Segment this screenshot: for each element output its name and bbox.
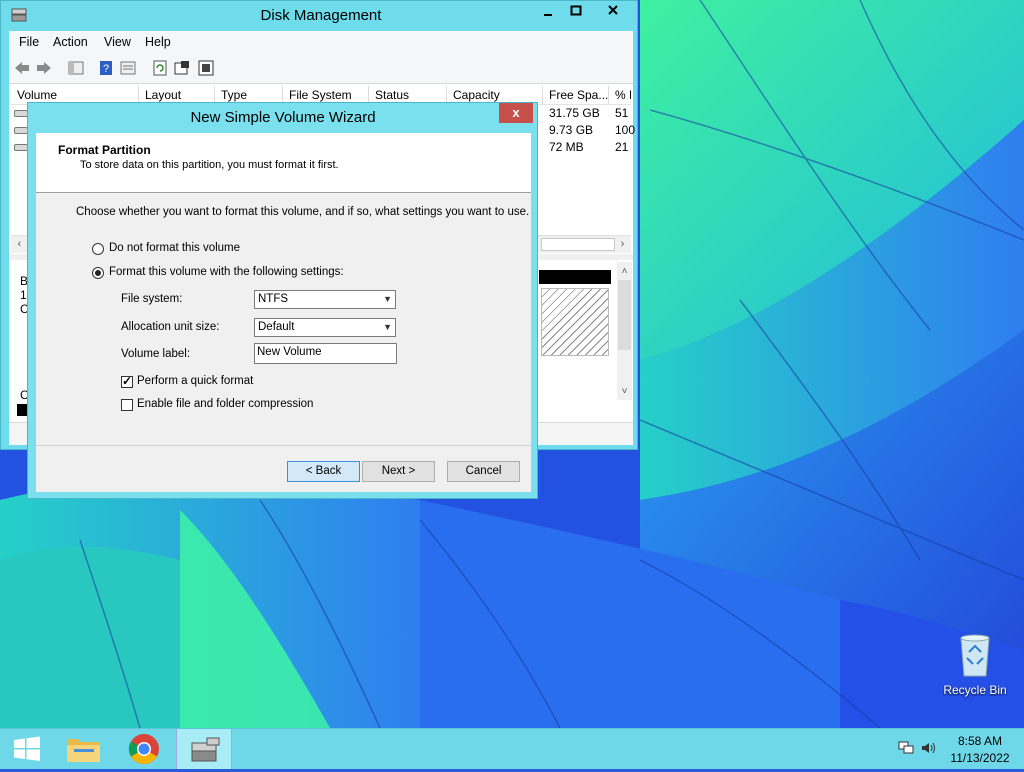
new-simple-volume-wizard-dialog: New Simple Volume Wizard x Format Partit…	[27, 102, 538, 499]
free-space-cell: 31.75 GB	[549, 106, 600, 120]
percent-free-cell: 51	[615, 106, 629, 120]
col-free-space[interactable]: Free Spa...	[543, 86, 609, 104]
allocation-unit-size-label: Allocation unit size:	[121, 321, 220, 333]
menu-bar: File Action View Help	[9, 31, 633, 53]
wizard-body: Format Partition To store data on this p…	[36, 133, 531, 492]
refresh-icon[interactable]	[151, 59, 169, 77]
free-space-cell: 72 MB	[549, 140, 584, 154]
scroll-right-icon[interactable]: ›	[615, 237, 630, 252]
step-description: To store data on this partition, you mus…	[80, 159, 339, 171]
menu-help[interactable]: Help	[145, 35, 171, 49]
taskbar-disk-management[interactable]	[176, 729, 232, 769]
dialog-close-button[interactable]: x	[499, 103, 533, 123]
folder-icon	[67, 739, 100, 762]
compression-label[interactable]: Enable file and folder compression	[137, 398, 313, 410]
maximize-icon	[570, 5, 582, 16]
console-tree-icon[interactable]	[67, 59, 85, 77]
col-percent-free[interactable]: % F	[609, 86, 631, 104]
file-system-select[interactable]: NTFS ▼	[254, 290, 396, 309]
drive-icon	[14, 127, 28, 134]
allocation-unit-size-select[interactable]: Default ▼	[254, 318, 396, 337]
recycle-bin-label[interactable]: Recycle Bin	[935, 683, 1015, 697]
percent-free-cell: 21	[615, 140, 629, 154]
disk-unallocated-header	[539, 270, 611, 284]
disk-management-icon	[191, 737, 220, 762]
radio-format-volume[interactable]	[92, 267, 104, 279]
rescan-icon[interactable]	[197, 59, 215, 77]
settings-icon[interactable]	[173, 59, 191, 77]
instruction-text: Choose whether you want to format this v…	[76, 206, 530, 218]
volume-icon[interactable]	[921, 741, 937, 755]
start-button[interactable]	[0, 729, 56, 769]
windows-logo-icon	[14, 736, 40, 761]
vertical-scrollbar[interactable]: ˄ ˅	[617, 262, 632, 400]
next-button[interactable]: Next >	[362, 461, 435, 482]
title-bar[interactable]: Disk Management	[1, 1, 637, 31]
disk-pane-letter: 1	[20, 288, 27, 302]
radio-format-volume-label[interactable]: Format this volume with the following se…	[109, 266, 344, 278]
minimize-button[interactable]	[535, 1, 561, 23]
network-icon[interactable]	[898, 741, 914, 755]
chevron-down-icon: ▼	[383, 294, 392, 304]
step-title: Format Partition	[58, 143, 151, 157]
menu-view[interactable]: View	[104, 35, 131, 49]
scroll-up-icon[interactable]: ˄	[617, 264, 632, 279]
clock-time[interactable]: 8:58 AM	[940, 734, 1020, 748]
menu-file[interactable]: File	[19, 35, 39, 49]
close-button[interactable]	[591, 1, 635, 23]
free-space-cell: 9.73 GB	[549, 123, 594, 137]
dialog-title: New Simple Volume Wizard	[190, 109, 376, 126]
chrome-icon	[128, 734, 159, 765]
allocation-unit-size-value: Default	[258, 321, 295, 333]
horizontal-scroll-thumb[interactable]	[541, 238, 615, 251]
drive-icon	[14, 144, 28, 151]
close-icon	[608, 5, 618, 15]
svg-text:?: ?	[103, 63, 109, 75]
wizard-header: Format Partition To store data on this p…	[36, 133, 531, 193]
compression-checkbox[interactable]	[121, 399, 133, 411]
scroll-left-icon[interactable]: ‹	[12, 237, 27, 252]
chevron-down-icon: ▼	[383, 322, 392, 332]
taskbar: 8:58 AM 11/13/2022	[0, 728, 1024, 769]
taskbar-file-explorer[interactable]	[56, 729, 112, 769]
radio-do-not-format-label[interactable]: Do not format this volume	[109, 242, 240, 254]
volume-label-label: Volume label:	[121, 348, 191, 360]
close-icon: x	[512, 105, 520, 120]
toolbar: ?	[9, 53, 633, 84]
file-system-value: NTFS	[258, 293, 289, 305]
cancel-button[interactable]: Cancel	[447, 461, 520, 482]
scroll-down-icon[interactable]: ˅	[617, 384, 632, 399]
drive-icon	[14, 110, 28, 117]
recycle-bin-icon[interactable]	[955, 630, 995, 678]
unallocated-partition[interactable]	[541, 288, 609, 356]
radio-do-not-format[interactable]	[92, 243, 104, 255]
file-system-label: File system:	[121, 293, 183, 305]
percent-free-cell: 100	[615, 123, 636, 137]
menu-action[interactable]: Action	[53, 35, 88, 49]
back-arrow-icon[interactable]	[13, 59, 31, 77]
vertical-scroll-thumb[interactable]	[618, 280, 631, 350]
volume-label-input[interactable]	[254, 343, 397, 364]
back-button[interactable]: < Back	[287, 461, 360, 482]
minimize-icon	[544, 14, 552, 16]
quick-format-checkbox[interactable]	[121, 374, 133, 388]
maximize-button[interactable]	[563, 1, 589, 23]
clock-date[interactable]: 11/13/2022	[940, 751, 1020, 765]
taskbar-chrome[interactable]	[116, 729, 172, 769]
divider	[36, 445, 531, 446]
quick-format-label[interactable]: Perform a quick format	[137, 375, 253, 387]
properties-icon[interactable]	[119, 59, 137, 77]
help-icon[interactable]: ?	[97, 59, 115, 77]
forward-arrow-icon[interactable]	[35, 59, 53, 77]
